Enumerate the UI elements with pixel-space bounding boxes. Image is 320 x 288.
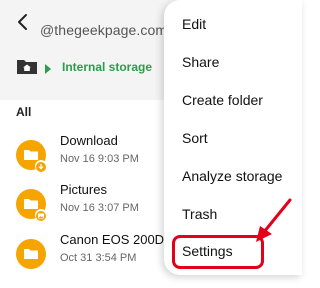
home-button[interactable] [16,57,38,75]
file-date: Oct 31 3:54 PM [60,252,137,264]
image-icon [35,209,47,221]
back-button[interactable] [14,12,32,32]
file-item-canon-eos-200d[interactable]: Canon EOS 200D Oct 31 3:54 PM [0,232,170,288]
pointer-arrow-icon [256,198,292,242]
breadcrumb-separator-icon [44,61,52,74]
file-name: Download [60,133,118,148]
file-date: Nov 16 9:03 PM [60,153,139,165]
menu-item-analyze-storage[interactable]: Analyze storage [182,168,282,184]
menu-item-share[interactable]: Share [182,54,219,70]
menu-item-edit[interactable]: Edit [182,16,206,32]
home-icon [17,60,37,74]
file-item-download[interactable]: Download Nov 16 9:03 PM [0,133,170,189]
file-name: Canon EOS 200D [60,232,165,247]
file-item-pictures[interactable]: Pictures Nov 16 3:07 PM [0,182,170,238]
back-arrow-icon [18,14,27,30]
menu-item-create-folder[interactable]: Create folder [182,92,263,108]
download-icon [35,160,47,172]
section-label-all: All [16,105,32,119]
file-date: Nov 16 3:07 PM [60,202,139,214]
folder-icon [16,239,46,269]
breadcrumb-internal-storage[interactable]: Internal storage [62,60,152,74]
file-name: Pictures [60,182,107,197]
watermark-text: @thegeekpage.com [40,22,168,38]
menu-item-sort[interactable]: Sort [182,130,208,146]
menu-item-trash[interactable]: Trash [182,206,217,222]
